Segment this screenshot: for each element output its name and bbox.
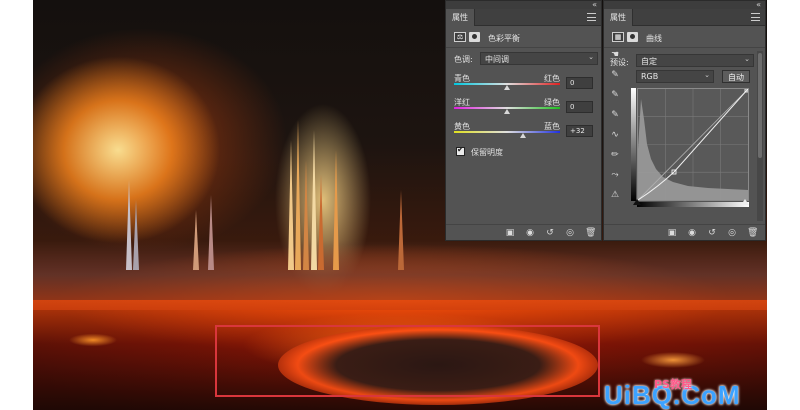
clip-to-layer-icon[interactable]: ▣ — [667, 228, 677, 238]
tone-row: 色调: 中间调 ⌄ — [446, 48, 601, 68]
channel-select[interactable]: RGB ⌄ — [636, 70, 714, 83]
slider-thumb[interactable] — [520, 133, 526, 138]
pencil-draw-icon[interactable]: ✏ — [609, 149, 621, 161]
panel-menu-icon[interactable] — [751, 13, 760, 21]
chevron-down-icon: ⌄ — [744, 55, 750, 63]
auto-button[interactable]: 自动 — [722, 70, 750, 83]
watermark-subtext: PS教程 — [654, 378, 692, 391]
crystal-spike — [193, 210, 199, 270]
collapse-icon[interactable]: « — [592, 0, 597, 9]
white-point-eyedropper-icon[interactable]: ✎ — [609, 109, 621, 121]
slider-magenta-green: 洋红 绿色 0 — [446, 92, 601, 116]
clipping-warning-icon[interactable]: ⚠ — [609, 189, 621, 201]
crystal-spike — [133, 200, 139, 270]
tone-select[interactable]: 中间调 ⌄ — [480, 52, 598, 65]
input-gradient-bar — [637, 202, 749, 207]
chevron-down-icon: ⌄ — [704, 71, 710, 79]
adjustment-header: ⚖ 色彩平衡 — [446, 26, 601, 48]
reset-icon[interactable]: ↺ — [707, 228, 717, 238]
tab-properties[interactable]: 属性 — [446, 9, 475, 26]
panel-top-bar: « — [604, 0, 765, 9]
crystal-spike — [311, 130, 317, 270]
preserve-luminosity-checkbox[interactable] — [456, 145, 465, 156]
chevron-down-icon: ⌄ — [588, 53, 594, 61]
crystal-spike — [333, 150, 339, 270]
curve-point-tool-icon[interactable]: ∿ — [609, 129, 621, 141]
view-previous-icon[interactable]: ◉ — [525, 228, 535, 238]
visibility-eye-icon[interactable]: ◎ — [565, 228, 575, 238]
crystal-spike — [318, 175, 324, 270]
value-input[interactable]: 0 — [566, 77, 593, 89]
slider-thumb[interactable] — [504, 109, 510, 114]
preset-value: 自定 — [641, 57, 657, 66]
panel-menu-icon[interactable] — [587, 13, 596, 21]
value-input[interactable]: 0 — [566, 101, 593, 113]
slider-cyan-red: 青色 红色 0 — [446, 68, 601, 92]
slider-thumb[interactable] — [504, 85, 510, 90]
output-gradient-bar — [631, 88, 636, 201]
smooth-curve-icon[interactable]: ⤳ — [609, 169, 621, 181]
trash-icon[interactable]: 🗑 — [585, 228, 596, 238]
target-adjust-hand-icon[interactable]: ☚ — [609, 49, 621, 61]
crystal-spike — [295, 120, 301, 270]
preserve-row: 保留明度 — [446, 140, 601, 160]
adjustment-title: 色彩平衡 — [488, 34, 520, 43]
crystal-spike — [208, 195, 214, 270]
highlight-rectangle — [215, 325, 600, 397]
collapse-icon[interactable]: « — [756, 0, 761, 9]
adjustment-header: ▦ 曲线 — [604, 26, 765, 48]
properties-panel-curves: « 属性 ▦ 曲线 预设: 自定 ⌄ RGB ⌄ 自动 ☚ ✎ ✎ ✎ ∿ ✏ … — [603, 0, 766, 241]
tone-value: 中间调 — [485, 55, 509, 64]
crystal-spike — [288, 140, 294, 270]
slider-yellow-blue: 黄色 蓝色 +32 — [446, 116, 601, 140]
black-point-eyedropper-icon[interactable]: ✎ — [609, 69, 621, 81]
panel-scrollbar[interactable] — [757, 51, 763, 221]
channel-value: RGB — [641, 72, 659, 81]
value-input[interactable]: +32 — [566, 125, 593, 137]
panel-tab-row: 属性 — [604, 9, 765, 26]
preserve-luminosity-label: 保留明度 — [471, 148, 503, 157]
curves-graph-svg — [637, 88, 749, 201]
visibility-eye-icon[interactable]: ◎ — [727, 228, 737, 238]
tab-properties[interactable]: 属性 — [604, 9, 633, 26]
panel-footer: ▣ ◉ ↺ ◎ 🗑 — [604, 224, 765, 240]
clip-to-layer-icon[interactable]: ▣ — [505, 228, 515, 238]
curves-toolbar: ☚ ✎ ✎ ✎ ∿ ✏ ⤳ ⚠ — [609, 50, 623, 209]
crystal-spike — [303, 160, 309, 270]
panel-tab-row: 属性 — [446, 9, 601, 26]
layer-mask-icon[interactable] — [627, 32, 638, 42]
panel-footer: ▣ ◉ ↺ ◎ 🗑 — [446, 224, 601, 240]
view-previous-icon[interactable]: ◉ — [687, 228, 697, 238]
trash-icon[interactable]: 🗑 — [747, 228, 758, 238]
adjustment-title: 曲线 — [646, 34, 662, 43]
reset-icon[interactable]: ↺ — [545, 228, 555, 238]
curves-adjustment-icon: ▦ — [612, 32, 624, 42]
preset-select[interactable]: 自定 ⌄ — [636, 54, 754, 67]
crystal-spike — [398, 190, 404, 270]
color-balance-icon: ⚖ — [454, 32, 466, 42]
tone-label: 色调: — [454, 55, 473, 64]
gray-point-eyedropper-icon[interactable]: ✎ — [609, 89, 621, 101]
white-point-slider[interactable] — [741, 199, 749, 205]
slider-track[interactable] — [454, 131, 560, 133]
layer-mask-icon[interactable] — [469, 32, 480, 42]
black-point-slider[interactable] — [633, 199, 641, 205]
properties-panel-color-balance: « 属性 ⚖ 色彩平衡 色调: 中间调 ⌄ 青色 红色 0 洋红 绿色 0 黄色… — [445, 0, 602, 241]
crystal-spike — [126, 180, 132, 270]
panel-top-bar: « — [446, 0, 601, 9]
curves-graph[interactable] — [637, 88, 749, 201]
